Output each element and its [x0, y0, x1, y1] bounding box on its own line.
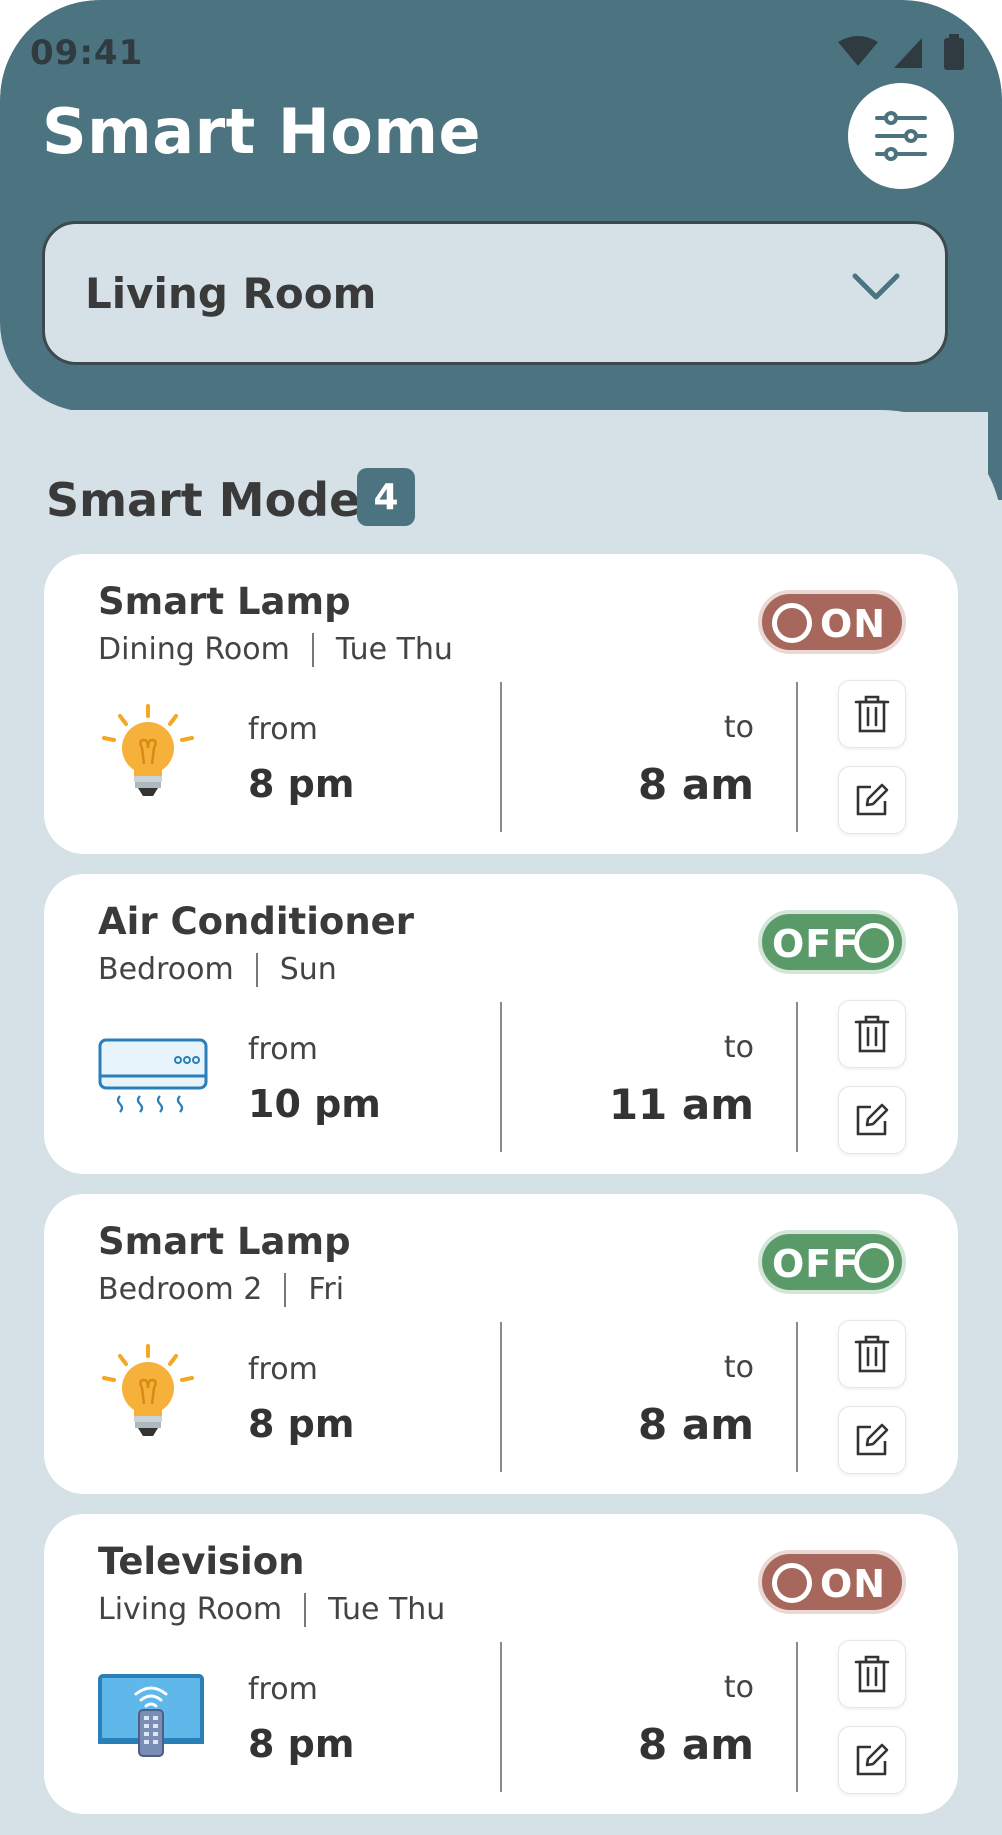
from-label: from: [248, 1672, 318, 1707]
delete-button[interactable]: [838, 1000, 906, 1068]
power-toggle[interactable]: ON: [758, 590, 906, 654]
trash-icon: [854, 1015, 890, 1053]
days: Tue Thu: [328, 1592, 446, 1627]
signal-icon: [894, 38, 922, 68]
from-time: 8 pm: [248, 1722, 355, 1766]
from-label: from: [248, 712, 318, 747]
filter-button[interactable]: [848, 83, 954, 189]
chevron-down-icon: [852, 273, 900, 300]
status-icons: [838, 34, 978, 74]
section-title: Smart Mode: [46, 473, 361, 527]
television-icon: [98, 1664, 204, 1764]
from-time: 8 pm: [248, 1402, 355, 1446]
air-conditioner-icon: [98, 1024, 208, 1124]
to-time: 8 am: [638, 1720, 754, 1769]
status-time: 09:41: [30, 33, 144, 73]
trash-icon: [854, 695, 890, 733]
schedule-card: Television Living Room Tue Thu ON from 8…: [44, 1514, 958, 1814]
days: Tue Thu: [335, 632, 453, 667]
phone-screen: 09:41 Smart Home Living Room Smart Mode …: [0, 0, 1002, 1835]
from-label: from: [248, 1352, 318, 1387]
device-name: Television: [98, 1540, 305, 1583]
edit-button[interactable]: [838, 766, 906, 834]
edit-button[interactable]: [838, 1086, 906, 1154]
to-label: to: [723, 1670, 754, 1705]
delete-button[interactable]: [838, 1640, 906, 1708]
to-label: to: [723, 1030, 754, 1065]
device-meta: Bedroom Sun: [98, 952, 337, 987]
trash-icon: [854, 1335, 890, 1373]
room-name: Bedroom 2: [98, 1272, 263, 1307]
schedule-card: Smart Lamp Bedroom 2 Fri OFF from 8 pm t…: [44, 1194, 958, 1494]
room-select-value: Living Room: [85, 268, 377, 318]
edit-icon: [856, 1423, 889, 1456]
app-title: Smart Home: [42, 95, 482, 168]
device-name: Smart Lamp: [98, 580, 351, 623]
device-name: Air Conditioner: [98, 900, 414, 943]
delete-button[interactable]: [838, 1320, 906, 1388]
toggle-state: ON: [820, 1562, 887, 1606]
edit-icon: [856, 1103, 889, 1136]
device-meta: Bedroom 2 Fri: [98, 1272, 344, 1307]
power-toggle[interactable]: OFF: [758, 1230, 906, 1294]
edit-button[interactable]: [838, 1726, 906, 1794]
to-time: 11 am: [608, 1080, 754, 1129]
room-name: Bedroom: [98, 952, 234, 987]
edit-button[interactable]: [838, 1406, 906, 1474]
room-name: Dining Room: [98, 632, 290, 667]
schedule-card: Air Conditioner Bedroom Sun OFF from 10 …: [44, 874, 958, 1174]
schedule-card: Smart Lamp Dining Room Tue Thu ON from 8…: [44, 554, 958, 854]
power-toggle[interactable]: OFF: [758, 910, 906, 974]
delete-button[interactable]: [838, 680, 906, 748]
room-select[interactable]: Living Room: [42, 221, 948, 365]
from-time: 8 pm: [248, 762, 355, 806]
to-time: 8 am: [638, 760, 754, 809]
count-badge: 4: [357, 468, 415, 526]
device-meta: Living Room Tue Thu: [98, 1592, 445, 1627]
toggle-state: OFF: [772, 922, 860, 966]
battery-icon: [944, 34, 964, 70]
from-label: from: [248, 1032, 318, 1067]
toggle-state: ON: [820, 602, 887, 646]
lightbulb-icon: [98, 1344, 198, 1444]
power-toggle[interactable]: ON: [758, 1550, 906, 1614]
days: Sun: [279, 952, 337, 987]
device-meta: Dining Room Tue Thu: [98, 632, 453, 667]
to-label: to: [723, 710, 754, 745]
trash-icon: [854, 1655, 890, 1693]
sliders-icon: [875, 111, 927, 161]
from-time: 10 pm: [248, 1082, 381, 1126]
toggle-state: OFF: [772, 1242, 860, 1286]
days: Fri: [308, 1272, 345, 1307]
wifi-icon: [838, 36, 878, 66]
to-label: to: [723, 1350, 754, 1385]
lightbulb-icon: [98, 704, 198, 804]
edit-icon: [856, 1743, 889, 1776]
device-name: Smart Lamp: [98, 1220, 351, 1263]
to-time: 8 am: [638, 1400, 754, 1449]
edit-icon: [856, 783, 889, 816]
room-name: Living Room: [98, 1592, 283, 1627]
